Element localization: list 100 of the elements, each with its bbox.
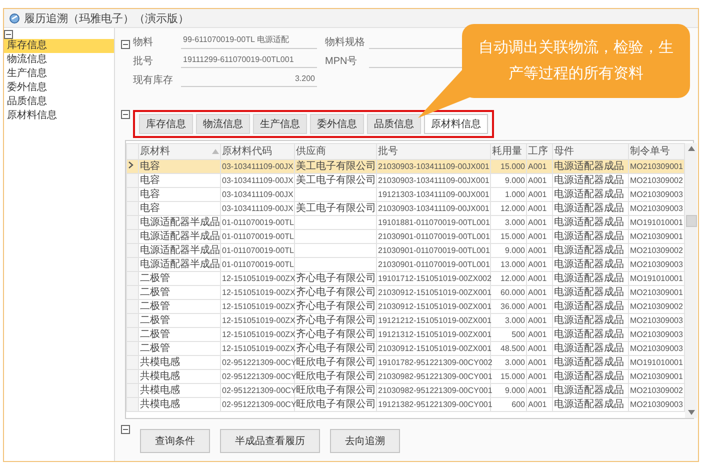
table-cell: 1.000 [490,188,526,202]
table-cell: A001 [526,300,552,314]
table-cell: A001 [526,384,552,398]
table-cell: 12-151051019-00ZX [220,272,294,286]
table-cell: 19121382-951221309-00CY001 [376,398,490,412]
table-cell: 12-151051019-00ZX [220,286,294,300]
table-cell: 二极管 [138,328,220,342]
table-cell: MO191010001 [628,356,684,370]
field-value: 99-611070019-00TL 电源适配 [181,32,317,49]
column-header[interactable]: 工序 [526,144,552,160]
table-cell: 19101712-151051019-00ZX002 [376,272,490,286]
action-button[interactable]: 半成品查看履历 [220,429,320,453]
table-cell: 01-011070019-00TL [220,230,294,244]
table-cell: 12-151051019-00ZX [220,314,294,328]
table-cell: 15.000 [490,160,526,174]
table-cell: 电源适配器半成品 [138,244,220,258]
field-value: 3.200 [181,72,317,87]
table-cell: 21030982-951221309-00CY001 [376,384,490,398]
table-cell: 19101782-951221309-00CY002 [376,356,490,370]
table-cell: 二极管 [138,342,220,356]
table-cell: 21030903-103411109-00JX001 [376,160,490,174]
table-cell: 电源适配器成品 [552,286,628,300]
action-button[interactable]: 查询条件 [140,429,210,453]
table-cell: 电源适配器成品 [552,174,628,188]
scroll-down-icon[interactable] [688,410,694,415]
table-cell: 60.000 [490,286,526,300]
column-header[interactable]: 耗用量 [490,144,526,160]
table-cell: 美工电子有限公司 [294,160,376,174]
collapse-icon[interactable] [121,425,130,434]
table-cell: 21030912-151051019-00ZX001 [376,342,490,356]
scroll-up-icon[interactable] [688,146,694,151]
table-cell: 02-951221309-00CY [220,356,294,370]
collapse-icon[interactable] [4,30,13,39]
sidebar-item[interactable]: 物流信息 [4,53,114,67]
table-cell: 旺欣电子有限公司 [294,384,376,398]
scrollbar-thumb[interactable] [686,214,696,226]
field-label: 现有库存 [133,74,174,87]
tab[interactable]: 品质信息 [367,114,421,134]
app-icon [9,12,20,24]
table-cell: 15.000 [490,370,526,384]
table-cell: 500 [490,328,526,342]
table-cell: 齐心电子有限公司 [294,272,376,286]
table-cell: MO210309003 [628,398,684,412]
sidebar-item[interactable]: 委外信息 [4,81,114,95]
scrollbar[interactable] [685,143,697,418]
table-cell: MO210309001 [628,230,684,244]
table-cell: 电源适配器成品 [552,230,628,244]
table-cell: 电源适配器半成品 [138,216,220,230]
table-cell: MO210309001 [628,286,684,300]
table-cell: 电源适配器半成品 [138,230,220,244]
table-cell: 共模电感 [138,370,220,384]
table-cell: 二极管 [138,300,220,314]
table-cell: A001 [526,216,552,230]
tab[interactable]: 委外信息 [310,114,364,134]
column-header[interactable]: 母件 [552,144,628,160]
table-cell: 02-951221309-00CY [220,384,294,398]
field-label: 物料 [133,36,154,49]
table-cell: 美工电子有限公司 [294,202,376,216]
table-cell: 齐心电子有限公司 [294,286,376,300]
window-title: 履历追溯（玛雅电子）（演示版） [24,12,189,26]
column-header[interactable]: 原材料代码 [220,144,294,160]
table-cell: 电源适配器成品 [552,216,628,230]
table-cell: 电容 [138,160,220,174]
table-cell: 齐心电子有限公司 [294,342,376,356]
column-header[interactable]: 制令单号 [628,144,684,160]
table-cell: 02-951221309-00CY [220,398,294,412]
table-cell: 48.500 [490,342,526,356]
collapse-icon[interactable] [121,40,130,49]
table-cell: A001 [526,202,552,216]
table-cell: 9.000 [490,384,526,398]
table-cell: 12-151051019-00ZX [220,342,294,356]
table-cell: MO210309002 [628,300,684,314]
action-button[interactable]: 去向追溯 [330,429,400,453]
sidebar-item[interactable]: 原材料信息 [4,109,114,123]
column-header[interactable]: 供应商 [294,144,376,160]
column-header[interactable]: 原材料 [138,144,220,160]
sidebar-item[interactable]: 品质信息 [4,95,114,109]
field-label: MPN号 [324,55,358,68]
table-cell: 电源适配器成品 [552,258,628,272]
table-cell: 二极管 [138,314,220,328]
table-cell: 21030901-011070019-00TL001 [376,244,490,258]
column-header[interactable]: 批号 [376,144,490,160]
table-cell: A001 [526,272,552,286]
table-cell: 21030901-011070019-00TL001 [376,230,490,244]
tab[interactable]: 原材料信息 [424,114,488,134]
table-cell: MO210309001 [628,370,684,384]
table-cell: 电源适配器成品 [552,202,628,216]
table-cell: A001 [526,398,552,412]
sidebar-item[interactable]: 生产信息 [4,67,114,81]
table-cell: 19121303-103411109-00JX001 [376,188,490,202]
collapse-icon[interactable] [121,110,130,119]
table-cell: A001 [526,314,552,328]
table-cell: 齐心电子有限公司 [294,314,376,328]
table-cell: A001 [526,188,552,202]
table-cell: 19121312-151051019-00ZX001 [376,328,490,342]
sidebar-item[interactable]: 库存信息 [4,39,114,53]
tab[interactable]: 库存信息 [139,114,193,134]
tab[interactable]: 物流信息 [196,114,250,134]
tab[interactable]: 生产信息 [253,114,307,134]
table-cell: 03-103411109-00JX [220,160,294,174]
